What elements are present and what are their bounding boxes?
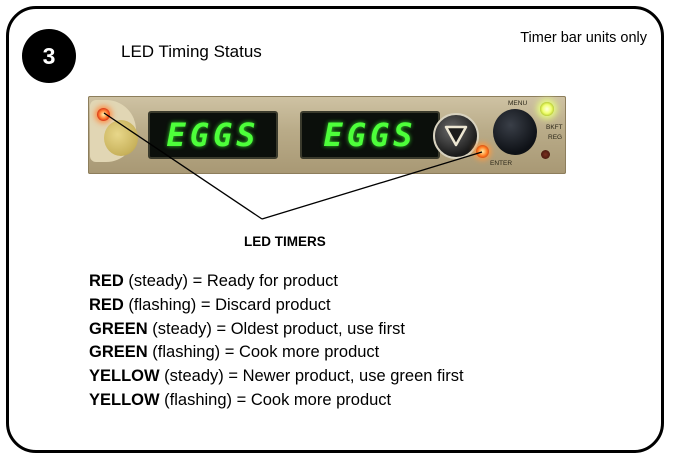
legend-color: YELLOW [89,367,160,386]
legend-meaning: Cook more product [250,390,392,409]
legend-meaning: Cook more product [238,343,380,362]
legend-row: RED (steady) = Ready for product [89,270,464,294]
legend-color: GREEN [89,343,148,362]
legend-mode: (steady) = [147,319,231,338]
legend-color: RED [89,272,124,290]
legend-mode: (flashing) = [123,295,216,314]
legend-color: RED [89,295,124,314]
callout-line-left [103,112,263,220]
legend-color: YELLOW [89,390,160,409]
legend-mode: (steady) = [123,272,207,290]
legend-color: GREEN [89,319,148,338]
callout-line-right [261,151,483,220]
led-timers-label: LED TIMERS [244,234,326,249]
led-legend: RED (steady) = Ready for product RED (fl… [89,270,464,413]
legend-row: RED (flashing) = Discard product [89,294,464,318]
legend-meaning: Ready for product [206,272,338,290]
legend-meaning: Oldest product, use first [230,319,405,338]
legend-mode: (flashing) = [147,343,239,362]
legend-row: YELLOW (steady) = Newer product, use gre… [89,365,464,389]
legend-mode: (steady) = [159,367,243,386]
legend-row: GREEN (flashing) = Cook more product [89,341,464,365]
legend-meaning: Newer product, use green first [242,367,464,386]
legend-row: GREEN (steady) = Oldest product, use fir… [89,318,464,342]
legend-meaning: Discard product [215,295,331,314]
legend-row: YELLOW (flashing) = Cook more product [89,389,464,413]
legend-mode: (flashing) = [159,390,251,409]
